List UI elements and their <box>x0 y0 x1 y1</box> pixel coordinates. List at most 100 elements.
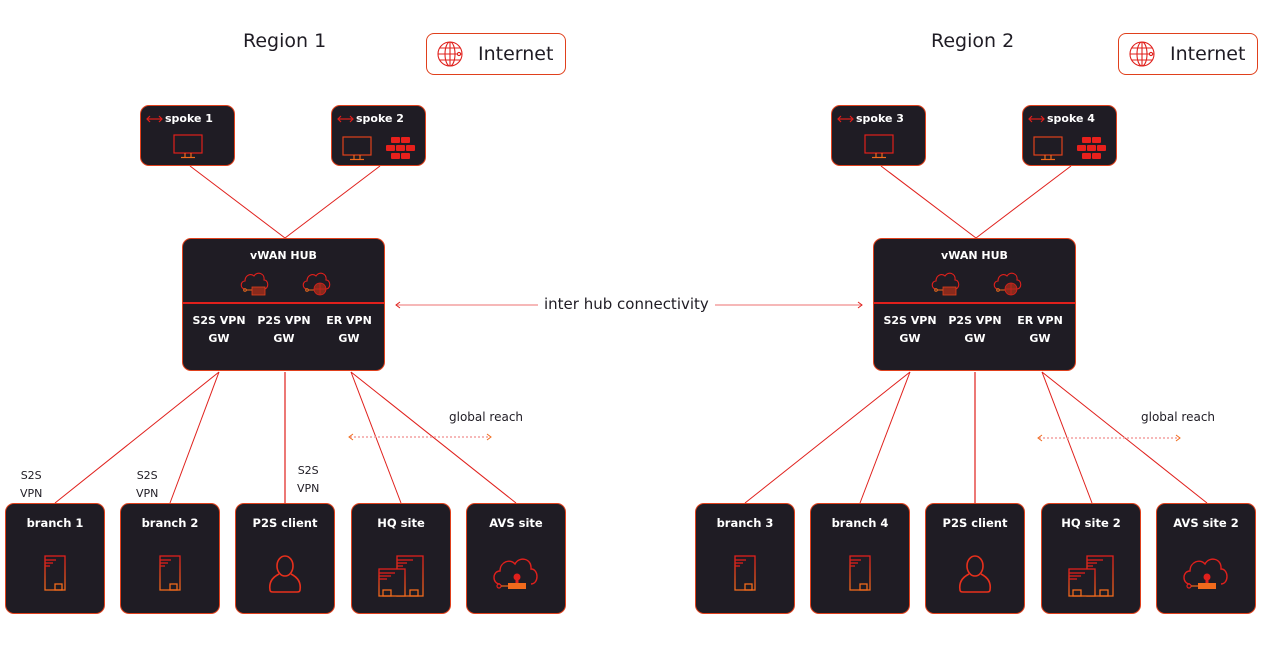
globe-icon <box>1129 41 1155 67</box>
s2s-vpn-gateway[interactable]: S2S VPN GW <box>186 312 252 348</box>
gateway-label-line2: GW <box>338 332 360 345</box>
site-p2s-client-2[interactable]: P2S client <box>925 503 1025 614</box>
spoke4-hub-line <box>975 165 1072 239</box>
site-avs-2[interactable]: AVS site 2 <box>1156 503 1256 614</box>
gateway-label-line2: GW <box>273 332 295 345</box>
conn-label-line2: VPN <box>20 487 43 500</box>
hub-title: vWAN HUB <box>250 249 317 262</box>
site-branch-1[interactable]: branch 1 <box>5 503 105 614</box>
gateway-label-line2: GW <box>208 332 230 345</box>
monitor-icon <box>1033 136 1063 161</box>
bidirectional-arrow-icon <box>837 115 854 123</box>
building-icon <box>159 555 181 591</box>
site-label: branch 4 <box>831 516 889 530</box>
er-vpn-gateway[interactable]: ER VPN GW <box>1007 312 1073 348</box>
internet-label: Internet <box>1170 43 1246 65</box>
site-label: P2S client <box>252 516 318 530</box>
site-label: branch 2 <box>141 516 199 530</box>
spoke-4-node[interactable]: spoke 4 <box>1022 105 1117 166</box>
conn-label-line2: VPN <box>297 482 320 495</box>
cloud-globe-icon <box>302 272 331 296</box>
bidirectional-arrow-icon <box>146 115 163 123</box>
buildings-icon <box>1068 555 1114 597</box>
hub-divider <box>874 302 1075 304</box>
site-hq-2[interactable]: HQ site 2 <box>1041 503 1141 614</box>
internet-node-2[interactable]: Internet <box>1118 33 1258 75</box>
spoke-3-node[interactable]: spoke 3 <box>831 105 926 166</box>
hub-avs2-line <box>1041 371 1208 504</box>
building-icon <box>44 555 66 591</box>
bidirectional-arrow-icon <box>337 115 354 123</box>
site-branch-2[interactable]: branch 2 <box>120 503 220 614</box>
global-reach-arrowhead-right-1 <box>486 433 492 441</box>
inter-hub-arrowhead-left <box>395 301 401 309</box>
hub-branch3-line <box>744 371 911 504</box>
s2s-vpn-gateway[interactable]: S2S VPN GW <box>877 312 943 348</box>
hub-branch4-line <box>859 371 911 504</box>
spoke-label: spoke 1 <box>165 112 213 125</box>
vwan-hub-2[interactable]: vWAN HUB S2S VPN GW P2S VPN GW ER VPN GW <box>873 238 1076 371</box>
conn-label-line2: VPN <box>136 487 159 500</box>
hub-avs-line <box>350 371 517 504</box>
site-branch-3[interactable]: branch 3 <box>695 503 795 614</box>
gateway-label-line1: ER VPN <box>1017 314 1063 327</box>
firewall-icon <box>386 137 415 159</box>
site-hq[interactable]: HQ site <box>351 503 451 614</box>
internet-node-1[interactable]: Internet <box>426 33 566 75</box>
cloud-firewall-icon <box>240 272 269 296</box>
inter-hub-arrowhead-right <box>857 301 863 309</box>
gateway-label-line1: P2S VPN <box>948 314 1002 327</box>
site-label: HQ site <box>377 516 425 530</box>
spoke2-hub-line <box>284 165 381 239</box>
user-icon <box>268 555 302 593</box>
cloud-stamp-icon <box>493 558 538 589</box>
region-title-1: Region 1 <box>243 30 327 52</box>
spoke-label: spoke 2 <box>356 112 404 125</box>
hub-branch2-line <box>169 371 220 504</box>
conn-label-line1: S2S <box>20 469 42 482</box>
monitor-icon <box>173 134 203 159</box>
spoke-label: spoke 3 <box>856 112 904 125</box>
global-reach-arrowhead-right-2 <box>1175 434 1181 442</box>
cloud-stamp-icon <box>1183 558 1228 589</box>
monitor-icon <box>342 136 372 161</box>
firewall-icon <box>1077 137 1106 159</box>
global-reach-label-1: global reach <box>449 410 524 424</box>
site-avs[interactable]: AVS site <box>466 503 566 614</box>
spoke3-hub-line <box>880 165 977 239</box>
monitor-icon <box>864 134 894 159</box>
gateway-label-line1: S2S VPN <box>192 314 246 327</box>
p2s-vpn-gateway[interactable]: P2S VPN GW <box>251 312 317 348</box>
s2s-vpn-label-p2s: S2S VPN <box>297 462 319 498</box>
s2s-vpn-label-branch2: S2S VPN <box>136 467 158 503</box>
gateway-label-line1: ER VPN <box>326 314 372 327</box>
spoke-label: spoke 4 <box>1047 112 1095 125</box>
building-icon <box>734 555 756 591</box>
gateway-label-line2: GW <box>1029 332 1051 345</box>
building-icon <box>849 555 871 591</box>
gateway-label-line1: P2S VPN <box>257 314 311 327</box>
site-label: P2S client <box>942 516 1008 530</box>
site-label: branch 3 <box>716 516 774 530</box>
bidirectional-arrow-icon <box>1028 115 1045 123</box>
cloud-globe-icon <box>993 272 1022 296</box>
global-reach-arrowhead-left-1 <box>348 433 354 441</box>
site-p2s-client-1[interactable]: P2S client <box>235 503 335 614</box>
hub-hq2-line <box>1041 371 1093 504</box>
spoke-1-node[interactable]: spoke 1 <box>140 105 235 166</box>
p2s-vpn-gateway[interactable]: P2S VPN GW <box>942 312 1008 348</box>
site-label: HQ site 2 <box>1061 516 1121 530</box>
hub-hq-line <box>350 371 402 504</box>
user-icon <box>958 555 992 593</box>
site-branch-4[interactable]: branch 4 <box>810 503 910 614</box>
internet-label: Internet <box>478 43 554 65</box>
spoke1-hub-line <box>189 165 286 239</box>
spoke-2-node[interactable]: spoke 2 <box>331 105 426 166</box>
vwan-hub-1[interactable]: vWAN HUB S2S VPN GW P2S VPN GW ER VPN GW <box>182 238 385 371</box>
buildings-icon <box>378 555 424 597</box>
gateway-label-line2: GW <box>964 332 986 345</box>
inter-hub-label: inter hub connectivity <box>538 295 715 313</box>
global-reach-label-2: global reach <box>1141 410 1216 424</box>
er-vpn-gateway[interactable]: ER VPN GW <box>316 312 382 348</box>
gateway-label-line1: S2S VPN <box>883 314 937 327</box>
